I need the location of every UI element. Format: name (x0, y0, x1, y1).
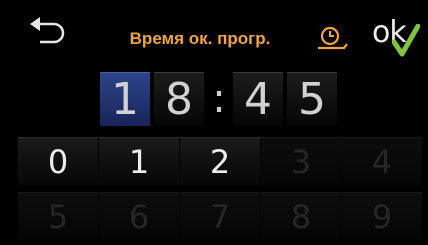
keypad-key-3: 3 (261, 137, 341, 185)
ok-button[interactable]: ok (370, 14, 420, 60)
hour-tens-digit[interactable]: 1 (100, 72, 150, 126)
keypad-key-6: 6 (99, 192, 179, 240)
header-bar: Время ок. прогр. ok (0, 0, 428, 62)
keypad-key-0[interactable]: 0 (18, 137, 98, 185)
keypad-key-2[interactable]: 2 (180, 137, 260, 185)
hour-units-digit[interactable]: 8 (154, 72, 204, 126)
keypad-key-8: 8 (261, 192, 341, 240)
minute-tens-digit[interactable]: 4 (233, 72, 283, 126)
time-separator: : (212, 76, 226, 122)
delayed-end-timer-icon (314, 22, 350, 56)
keypad-key-5: 5 (18, 192, 98, 240)
page-title: Время ок. прогр. (129, 29, 271, 48)
back-button[interactable] (24, 16, 68, 50)
keypad-key-1[interactable]: 1 (99, 137, 179, 185)
keypad-key-7: 7 (180, 192, 260, 240)
minute-units-digit[interactable]: 5 (287, 72, 337, 126)
keypad-key-9: 9 (342, 192, 422, 240)
keypad-key-4: 4 (342, 137, 422, 185)
back-arrow-icon (30, 17, 65, 44)
checkmark-icon (392, 24, 420, 57)
time-display: 1 8 : 4 5 (100, 72, 340, 126)
